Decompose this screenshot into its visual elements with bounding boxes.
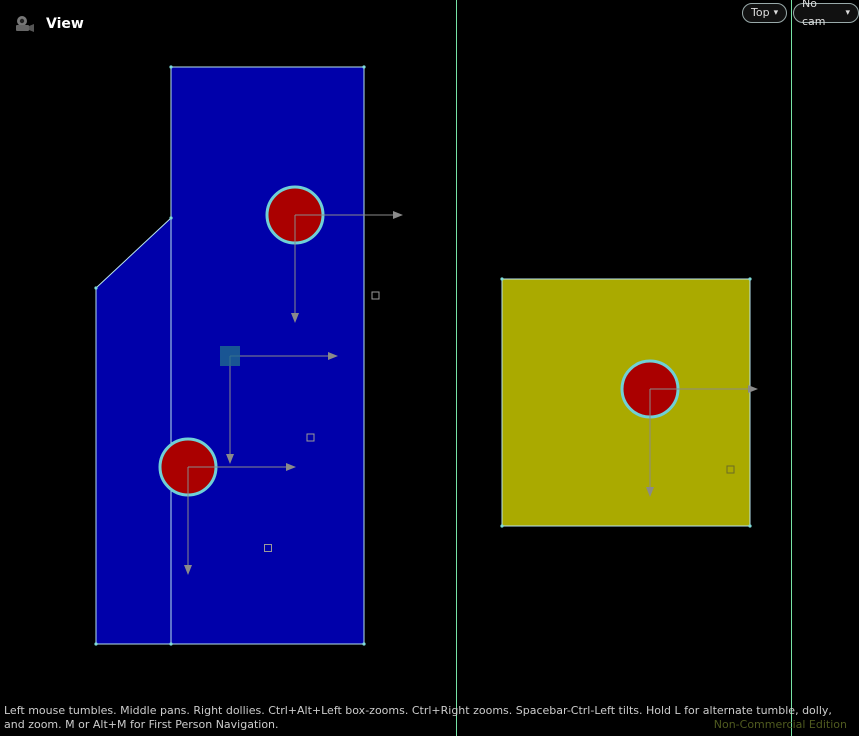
viewport-title-bar: View [12, 12, 84, 36]
view-selector-label: Top [751, 6, 770, 19]
selected-pivot[interactable] [220, 346, 240, 366]
view-selector-dropdown[interactable]: Top ▾ [742, 3, 788, 23]
camera-icon[interactable] [12, 12, 36, 36]
camera-selector-label: No cam [802, 0, 826, 28]
scene-viewport[interactable] [0, 0, 859, 736]
camera-selector-dropdown[interactable]: No cam ▾ [793, 0, 859, 28]
viewport-title: View [46, 16, 84, 32]
chevron-down-icon: ▾ [773, 8, 779, 18]
edition-watermark: Non-Commercial Edition [713, 718, 847, 731]
chevron-down-icon: ▾ [845, 8, 850, 18]
